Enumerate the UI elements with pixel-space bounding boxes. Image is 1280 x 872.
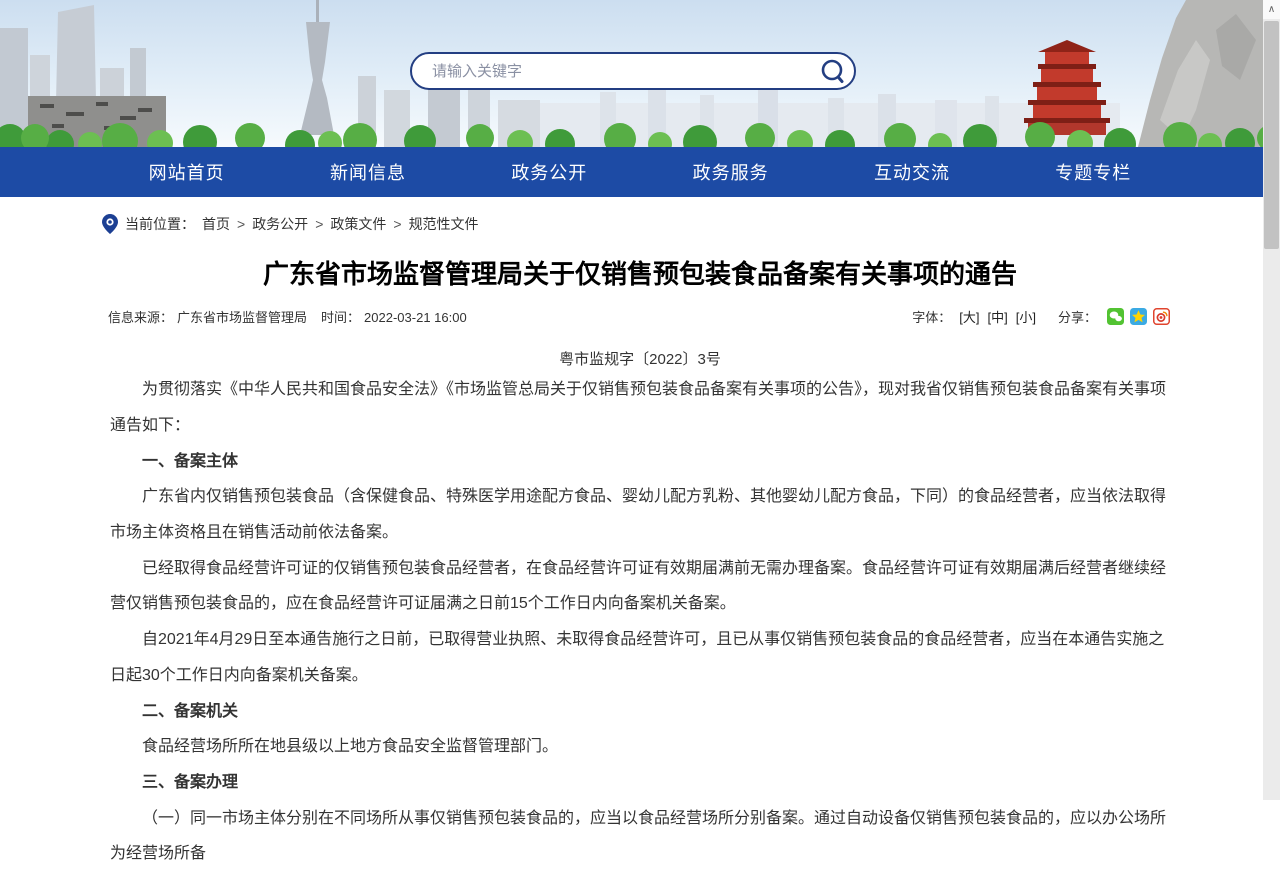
article-paragraph: 食品经营场所所在地县级以上地方食品安全监督管理部门。 (110, 729, 1170, 765)
time-value: 2022-03-21 16:00 (364, 310, 467, 325)
font-size-label: 字体： (912, 307, 951, 326)
breadcrumb-label: 当前位置： (125, 214, 195, 234)
breadcrumb-normative-documents[interactable]: 规范性文件 (409, 214, 479, 234)
time-label: 时间： (321, 310, 360, 325)
breadcrumb-home[interactable]: 首页 (202, 214, 230, 234)
nav-item-gov-disclosure[interactable]: 政务公开 (511, 159, 587, 185)
breadcrumb-policy-documents[interactable]: 政策文件 (330, 214, 386, 234)
site-header-banner (0, 0, 1280, 147)
article-paragraph: 自2021年4月29日至本通告施行之日前，已取得营业执照、未取得食品经营许可，且… (110, 622, 1170, 693)
font-size-medium-button[interactable]: [中] (988, 307, 1008, 326)
source-label: 信息来源： (108, 310, 173, 325)
article-paragraph: 广东省内仅销售预包装食品（含保健食品、特殊医学用途配方食品、婴幼儿配方乳粉、其他… (110, 479, 1170, 550)
breadcrumb-separator: > (237, 216, 245, 232)
article-section-heading: 三、备案办理 (110, 765, 1170, 801)
nav-item-special-topics[interactable]: 专题专栏 (1055, 159, 1131, 185)
article-meta-left: 信息来源： 广东省市场监督管理局时间： 2022-03-21 16:00 (108, 307, 471, 326)
nav-item-gov-services[interactable]: 政务服务 (693, 159, 769, 185)
breadcrumb-separator: > (315, 216, 323, 232)
article-paragraph: 为贯彻落实《中华人民共和国食品安全法》《市场监管总局关于仅销售预包装食品备案有关… (110, 372, 1170, 443)
article-section-heading: 一、备案主体 (110, 444, 1170, 480)
scrollbar-up-arrow-icon[interactable]: ∧ (1263, 0, 1280, 19)
font-size-large-button[interactable]: [大] (959, 307, 979, 326)
font-size-small-button[interactable]: [小] (1016, 307, 1036, 326)
nav-item-home[interactable]: 网站首页 (149, 159, 225, 185)
article-section-heading: 二、备案机关 (110, 694, 1170, 730)
article-title: 广东省市场监督管理局关于仅销售预包装食品备案有关事项的通告 (96, 259, 1184, 290)
article-meta-row: 信息来源： 广东省市场监督管理局时间： 2022-03-21 16:00 字体： [… (96, 307, 1184, 326)
nav-item-news[interactable]: 新闻信息 (330, 159, 406, 185)
breadcrumb-gov-disclosure[interactable]: 政务公开 (252, 214, 308, 234)
source-value: 广东省市场监督管理局 (177, 310, 307, 325)
article-paragraph: 已经取得食品经营许可证的仅销售预包装食品经营者，在食品经营许可证有效期届满前无需… (110, 551, 1170, 622)
main-navbar: 网站首页 新闻信息 政务公开 政务服务 互动交流 专题专栏 (0, 147, 1280, 197)
wechat-share-icon[interactable] (1107, 308, 1124, 325)
share-label: 分享： (1058, 307, 1097, 326)
breadcrumb-separator: > (393, 216, 401, 232)
nav-item-interaction[interactable]: 互动交流 (874, 159, 950, 185)
breadcrumb: 当前位置： 首页 > 政务公开 > 政策文件 > 规范性文件 (96, 214, 1184, 234)
article-body: 为贯彻落实《中华人民共和国食品安全法》《市场监管总局关于仅销售预包装食品备案有关… (96, 372, 1184, 872)
search-box (410, 52, 856, 90)
search-button[interactable] (818, 56, 848, 86)
weibo-share-icon[interactable] (1153, 308, 1170, 325)
article-paragraph: （一）同一市场主体分别在不同场所从事仅销售预包装食品的，应当以食品经营场所分别备… (110, 801, 1170, 872)
scrollbar-thumb[interactable] (1264, 21, 1279, 249)
search-input[interactable] (430, 62, 818, 81)
article-meta-right: 字体： [大] [中] [小] 分享： (912, 307, 1170, 326)
document-number: 粤市监规字〔2022〕3号 (96, 348, 1184, 369)
search-icon (819, 57, 847, 85)
vertical-scrollbar[interactable]: ∧ (1263, 0, 1280, 800)
qzone-share-icon[interactable] (1130, 308, 1147, 325)
location-pin-icon (102, 214, 118, 234)
